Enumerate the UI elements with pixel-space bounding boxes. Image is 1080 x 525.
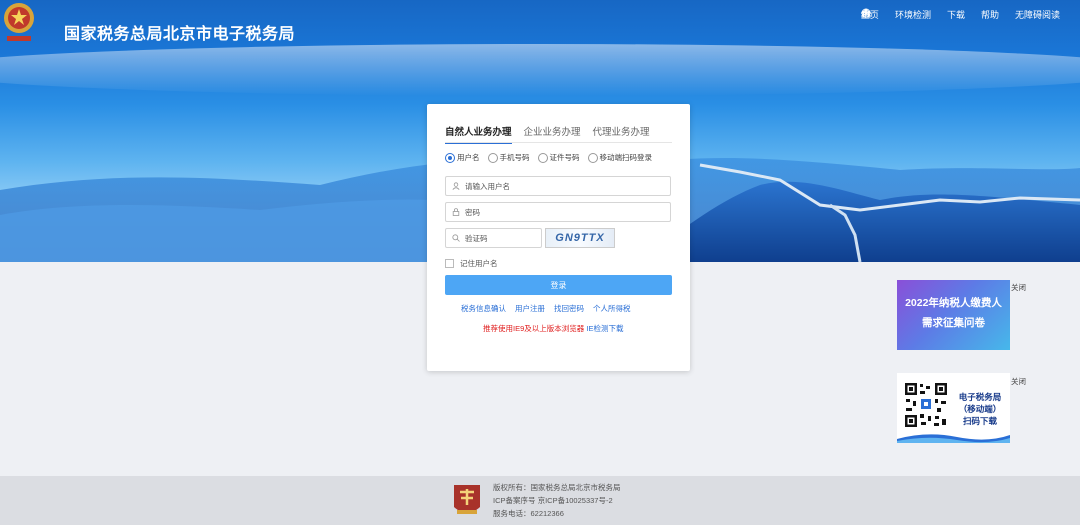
lock-icon	[452, 208, 460, 216]
close-survey-banner[interactable]: 关闭	[1011, 282, 1026, 293]
password-field	[445, 202, 671, 222]
nav-help-label: 帮助	[980, 10, 999, 20]
user-icon	[452, 182, 460, 190]
radio-id-number-label: 证件号码	[549, 153, 580, 162]
footer: 版权所有：国家税务总局北京市税务局 ICP备案序号 京ICP备10025337号…	[0, 476, 1080, 525]
nav-download[interactable]: 下载	[861, 8, 965, 21]
wave-decoration	[897, 434, 1010, 443]
site-title: 国家税务总局北京市电子税务局	[64, 26, 296, 43]
link-register[interactable]: 用户注册	[515, 303, 545, 314]
footer-copyright: 版权所有：国家税务总局北京市税务局	[493, 483, 621, 492]
link-personal-income-tax[interactable]: 个人所得税	[593, 303, 631, 314]
login-links: 税务信息确认 用户注册 找回密码 个人所得税	[461, 303, 631, 314]
search-icon	[452, 234, 460, 242]
nav-env-check[interactable]: 环境检测	[862, 8, 931, 21]
radio-dot	[445, 152, 455, 163]
login-tabs: 自然人业务办理 企业业务办理 代理业务办理	[445, 124, 650, 144]
captcha-input[interactable]	[465, 233, 535, 243]
login-method-radios: 用户名 手机号码 证件号码 移动端扫码登录	[445, 152, 652, 163]
nav-accessibility[interactable]: 无障碍阅读	[860, 8, 1060, 21]
tax-bureau-logo	[4, 3, 34, 41]
captcha-field	[445, 228, 542, 248]
nav-env-check-label: 环境检测	[894, 10, 931, 20]
radio-username-label: 用户名	[457, 153, 480, 162]
mobile-app-text: 电子税务局 （移动端） 扫码下载	[951, 391, 1009, 427]
tab-enterprise[interactable]: 企业业务办理	[524, 124, 581, 144]
tax-emblem-icon	[454, 485, 480, 514]
nav-download-label: 下载	[946, 10, 965, 20]
login-button[interactable]: 登录	[445, 275, 672, 295]
eye-icon	[860, 10, 871, 16]
remember-label: 记住用户名	[460, 259, 498, 268]
browser-tip-text: 推荐使用IE9及以上版本浏览器	[483, 324, 585, 333]
tab-individual[interactable]: 自然人业务办理	[445, 124, 512, 144]
radio-username[interactable]: 用户名	[445, 152, 480, 163]
link-tax-info-confirm[interactable]: 税务信息确认	[461, 303, 506, 314]
radio-dot	[587, 152, 598, 163]
radio-dot	[487, 152, 498, 163]
survey-banner-line2: 需求征集问卷	[922, 317, 985, 329]
mobile-app-banner[interactable]: 电子税务局 （移动端） 扫码下载	[897, 373, 1010, 443]
mobile-app-line3: 扫码下载	[962, 416, 997, 426]
login-card: 自然人业务办理 企业业务办理 代理业务办理 用户名 手机号码 证件号码 移动端扫…	[427, 104, 690, 371]
ie-check-download-link[interactable]: IE检测下载	[586, 324, 623, 333]
radio-mobile-scan-label: 移动端扫码登录	[599, 153, 653, 162]
radio-id-number[interactable]: 证件号码	[537, 152, 580, 163]
survey-banner[interactable]: 2022年纳税人缴费人 需求征集问卷	[897, 280, 1010, 350]
username-field	[445, 176, 671, 196]
radio-phone-label: 手机号码	[499, 153, 530, 162]
close-mobile-app-banner[interactable]: 关闭	[1011, 376, 1026, 387]
remember-checkbox[interactable]	[445, 259, 454, 268]
footer-icp: ICP备案序号 京ICP备10025337号-2	[493, 496, 613, 505]
qr-code-icon	[903, 381, 949, 429]
radio-dot	[537, 152, 548, 163]
link-recover-password[interactable]: 找回密码	[554, 303, 584, 314]
remember-username: 记住用户名	[445, 258, 498, 269]
nav-help[interactable]: ? 帮助	[861, 8, 999, 21]
radio-mobile-scan[interactable]: 移动端扫码登录	[587, 152, 653, 163]
nav-accessibility-label: 无障碍阅读	[1014, 10, 1060, 20]
username-input[interactable]	[465, 181, 645, 191]
browser-tip: 推荐使用IE9及以上版本浏览器 IE检测下载	[483, 323, 623, 334]
radio-phone[interactable]: 手机号码	[487, 152, 530, 163]
footer-phone: 服务电话：62212366	[493, 509, 564, 518]
captcha-image[interactable]: GN9TTX	[545, 228, 615, 248]
password-input[interactable]	[465, 207, 645, 217]
tab-agent[interactable]: 代理业务办理	[593, 124, 650, 144]
mobile-app-line2: （移动端）	[958, 404, 1002, 414]
survey-banner-line1: 2022年纳税人缴费人	[905, 297, 1002, 309]
tab-divider	[445, 142, 672, 143]
footer-text: 版权所有：国家税务总局北京市税务局 ICP备案序号 京ICP备10025337号…	[493, 481, 621, 520]
top-navigation: 主页 环境检测 下载 ? 帮助 无障碍阅读	[860, 8, 1060, 21]
mobile-app-line1: 电子税务局	[958, 392, 1002, 402]
